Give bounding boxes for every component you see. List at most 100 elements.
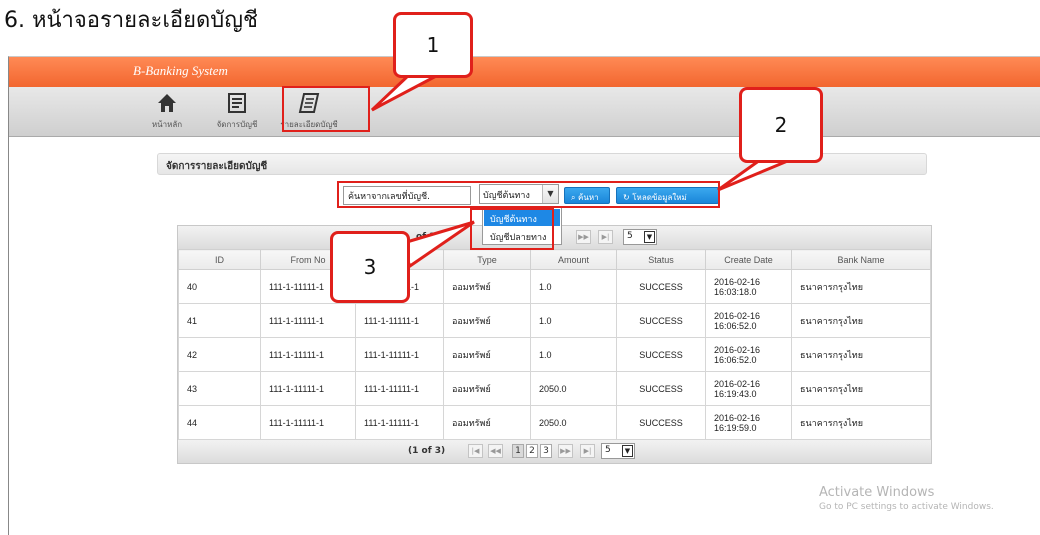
cell-id: 43 — [178, 371, 261, 406]
table-row[interactable]: 44 111-1-11111-1 111-1-11111-1 ออมทรัพย์… — [178, 405, 931, 440]
watermark-title: Activate Windows — [819, 485, 935, 500]
cell-time: 16:06:52.0 — [714, 354, 757, 365]
toolbar-home-button[interactable]: หน้าหลัก — [137, 90, 197, 134]
cell-amount: 1.0 — [530, 269, 617, 304]
cell-create-date: 2016-02-16 16:06:52.0 — [705, 303, 792, 338]
last-page-icon[interactable]: ▶| — [580, 444, 595, 458]
last-page-icon[interactable]: ▶| — [598, 230, 613, 244]
cell-amount: 1.0 — [530, 303, 617, 338]
cell-from-no: 111-1-11111-1 — [260, 337, 356, 372]
toolbar-home-label: หน้าหลัก — [151, 120, 183, 129]
cell-time: 16:19:59.0 — [714, 422, 757, 433]
transactions-table: ID From No To No Type Amount Status Crea… — [178, 249, 931, 440]
cell-from-no: 111-1-11111-1 — [260, 303, 356, 338]
highlight-box-3 — [470, 208, 554, 250]
cell-time: 16:06:52.0 — [714, 320, 757, 331]
cell-date: 2016-02-16 — [714, 378, 761, 389]
cell-bank-name: ธนาคารกรุงไทย — [791, 269, 931, 304]
cell-from-no: 111-1-11111-1 — [260, 371, 356, 406]
activation-watermark: Activate Windows Go to PC settings to ac… — [819, 485, 994, 512]
table-row[interactable]: 41 111-1-11111-1 111-1-11111-1 ออมทรัพย์… — [178, 303, 931, 338]
column-header-type[interactable]: Type — [443, 249, 531, 270]
column-header-status[interactable]: Status — [616, 249, 706, 270]
page-report: (1 of 3) — [408, 446, 446, 456]
cell-to-no: 111-1-11111-1 — [355, 337, 444, 372]
cell-date: 2016-02-16 — [714, 276, 761, 287]
page-link-2[interactable]: 2 — [526, 444, 538, 458]
cell-bank-name: ธนาคารกรุงไทย — [791, 337, 931, 372]
cell-type: ออมทรัพย์ — [443, 337, 531, 372]
paginator-bottom: (1 of 3) |◀ ◀◀ 1 2 3 ▶▶ ▶| 5 ▼ — [178, 440, 931, 463]
cell-to-no: 111-1-11111-1 — [355, 405, 444, 440]
cell-date: 2016-02-16 — [714, 344, 761, 355]
highlight-box-2 — [337, 181, 720, 208]
home-icon — [158, 94, 176, 112]
chevron-down-icon: ▼ — [622, 445, 633, 457]
app-title: B-Banking System — [133, 63, 228, 78]
callout-2: 2 — [739, 87, 823, 163]
table-row[interactable]: 43 111-1-11111-1 111-1-11111-1 ออมทรัพย์… — [178, 371, 931, 406]
transactions-grid: of 3 ▶▶ ▶| 5 ▼ ID From No To No Type Amo… — [177, 225, 932, 464]
column-header-amount[interactable]: Amount — [530, 249, 617, 270]
cell-type: ออมทรัพย์ — [443, 405, 531, 440]
cell-status: SUCCESS — [616, 269, 706, 304]
cell-status: SUCCESS — [616, 371, 706, 406]
table-row[interactable]: 40 111-1-11111-1 111-1-11111-1 ออมทรัพย์… — [178, 269, 931, 304]
callout-1: 1 — [393, 12, 473, 78]
cell-create-date: 2016-02-16 16:06:52.0 — [705, 337, 792, 372]
cell-status: SUCCESS — [616, 303, 706, 338]
cell-create-date: 2016-02-16 16:19:43.0 — [705, 371, 792, 406]
page-report: of 3 — [416, 232, 436, 242]
next-page-icon[interactable]: ▶▶ — [558, 444, 573, 458]
cell-amount: 1.0 — [530, 337, 617, 372]
table-header-row: ID From No To No Type Amount Status Crea… — [178, 249, 931, 270]
toolbar-manage-account-button[interactable]: จัดการบัญชี — [207, 90, 267, 134]
cell-create-date: 2016-02-16 16:03:18.0 — [705, 269, 792, 304]
cell-from-no: 111-1-11111-1 — [260, 405, 356, 440]
watermark-subtitle: Go to PC settings to activate Windows. — [819, 502, 994, 512]
page-link-3[interactable]: 3 — [540, 444, 552, 458]
list-icon — [228, 93, 246, 113]
cell-bank-name: ธนาคารกรุงไทย — [791, 405, 931, 440]
cell-id: 41 — [178, 303, 261, 338]
cell-type: ออมทรัพย์ — [443, 371, 531, 406]
cell-id: 40 — [178, 269, 261, 304]
rows-per-page-select[interactable]: 5 ▼ — [601, 443, 635, 459]
page-link-1[interactable]: 1 — [512, 444, 524, 458]
column-header-create-date[interactable]: Create Date — [705, 249, 792, 270]
cell-to-no: 111-1-11111-1 — [355, 303, 444, 338]
next-page-icon[interactable]: ▶▶ — [576, 230, 591, 244]
cell-id: 42 — [178, 337, 261, 372]
cell-bank-name: ธนาคารกรุงไทย — [791, 303, 931, 338]
chevron-down-icon: ▼ — [644, 231, 655, 243]
cell-amount: 2050.0 — [530, 405, 617, 440]
column-header-id[interactable]: ID — [178, 249, 261, 270]
highlight-box-1 — [282, 86, 370, 132]
cell-to-no: 111-1-11111-1 — [355, 371, 444, 406]
cell-date: 2016-02-16 — [714, 412, 761, 423]
cell-status: SUCCESS — [616, 337, 706, 372]
toolbar: หน้าหลัก จัดการบัญชี รายละเอียดบัญชี — [9, 87, 1040, 137]
document-heading: 6. หน้าจอรายละเอียดบัญชี — [4, 8, 258, 33]
cell-bank-name: ธนาคารกรุงไทย — [791, 371, 931, 406]
app-window: B-Banking System หน้าหลัก จัดการบัญชี รา… — [8, 56, 1040, 535]
cell-create-date: 2016-02-16 16:19:59.0 — [705, 405, 792, 440]
callout-3: 3 — [330, 231, 410, 303]
rows-per-page-value: 5 — [605, 445, 611, 455]
cell-time: 16:03:18.0 — [714, 286, 757, 297]
title-bar: B-Banking System — [9, 57, 1040, 87]
cell-date: 2016-02-16 — [714, 310, 761, 321]
rows-per-page-select[interactable]: 5 ▼ — [623, 229, 657, 245]
first-page-icon[interactable]: |◀ — [468, 444, 483, 458]
cell-amount: 2050.0 — [530, 371, 617, 406]
prev-page-icon[interactable]: ◀◀ — [488, 444, 503, 458]
cell-type: ออมทรัพย์ — [443, 303, 531, 338]
column-header-bank-name[interactable]: Bank Name — [791, 249, 931, 270]
cell-id: 44 — [178, 405, 261, 440]
cell-status: SUCCESS — [616, 405, 706, 440]
toolbar-manage-account-label: จัดการบัญชี — [216, 120, 258, 129]
table-row[interactable]: 42 111-1-11111-1 111-1-11111-1 ออมทรัพย์… — [178, 337, 931, 372]
cell-time: 16:19:43.0 — [714, 388, 757, 399]
cell-type: ออมทรัพย์ — [443, 269, 531, 304]
rows-per-page-value: 5 — [627, 231, 633, 241]
